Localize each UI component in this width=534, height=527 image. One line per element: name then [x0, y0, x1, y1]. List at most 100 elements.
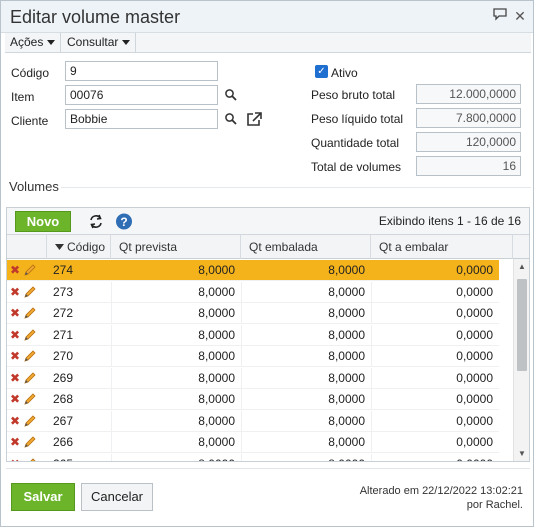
item-input[interactable] [65, 85, 218, 105]
cell-codigo: 266 [53, 435, 74, 449]
search-icon[interactable] [224, 88, 238, 102]
cell-qt-embalada: 8,0000 [241, 324, 371, 346]
cell-qt-prevista: 8,0000 [111, 346, 241, 367]
edit-icon[interactable] [23, 349, 37, 363]
delete-icon[interactable]: ✖ [10, 458, 20, 462]
cell-qt-prevista: 8,0000 [111, 432, 241, 453]
actions-menu-label: Ações [10, 35, 44, 49]
chevron-down-icon [122, 40, 131, 46]
item-label: Item [11, 90, 35, 104]
delete-icon[interactable]: ✖ [10, 350, 20, 362]
menu-bar: Ações Consultar [5, 33, 531, 53]
delete-icon[interactable]: ✖ [10, 329, 20, 341]
actions-menu[interactable]: Ações [5, 33, 62, 52]
column-label: Qt a embalar [379, 240, 449, 254]
delete-icon[interactable]: ✖ [10, 264, 20, 276]
cell-codigo: 268 [53, 392, 74, 406]
total-volumes-field [416, 156, 521, 176]
column-header-qt-a-embalar[interactable]: Qt a embalar [371, 235, 513, 259]
edit-icon[interactable] [23, 435, 37, 449]
cell-qt-prevista: 8,0000 [111, 367, 241, 389]
grid-scrollbar[interactable]: ▲ ▼ [513, 259, 529, 461]
cell-qt-prevista: 8,0000 [111, 281, 241, 303]
cell-qt-a-embalar: 0,0000 [371, 453, 499, 461]
table-row[interactable]: ✖ 273 8,0000 8,0000 0,0000 [7, 281, 499, 303]
last-modified-user: por Rachel. [466, 499, 523, 511]
new-button[interactable]: Novo [15, 211, 71, 232]
table-row[interactable]: ✖ 266 8,0000 8,0000 0,0000 [7, 432, 499, 453]
help-icon[interactable]: ? [113, 211, 135, 232]
column-label: Código [67, 240, 106, 254]
table-row[interactable]: ✖ 268 8,0000 8,0000 0,0000 [7, 389, 499, 410]
title-bar: Editar volume master ✕ [1, 1, 533, 33]
table-row[interactable]: ✖ 269 8,0000 8,0000 0,0000 [7, 367, 499, 389]
delete-icon[interactable]: ✖ [10, 436, 20, 448]
quantidade-label: Quantidade total [311, 136, 400, 150]
edit-icon[interactable] [23, 414, 37, 428]
scroll-down-icon[interactable]: ▼ [517, 449, 527, 459]
refresh-icon[interactable] [85, 211, 107, 232]
cancel-button[interactable]: Cancelar [81, 483, 153, 511]
delete-icon[interactable]: ✖ [10, 393, 20, 405]
cell-qt-a-embalar: 0,0000 [456, 263, 493, 277]
ativo-label: Ativo [331, 66, 358, 80]
cell-qt-embalada: 8,0000 [241, 389, 371, 410]
delete-icon[interactable]: ✖ [10, 415, 20, 427]
total-volumes-label: Total de volumes [311, 160, 402, 174]
codigo-input[interactable] [65, 61, 218, 81]
search-icon[interactable] [224, 112, 238, 126]
column-header-qt-prevista[interactable]: Qt prevista [111, 235, 241, 259]
scroll-up-icon[interactable]: ▲ [517, 262, 527, 272]
consult-menu-label: Consultar [67, 35, 119, 49]
grid-header: Código Qt prevista Qt embalada Qt a emba… [7, 235, 529, 259]
cell-codigo: 274 [53, 263, 74, 277]
cell-codigo: 272 [53, 306, 74, 320]
table-row[interactable]: ✖ 272 8,0000 8,0000 0,0000 [7, 303, 499, 324]
cell-qt-embalada: 8,0000 [328, 263, 365, 277]
edit-icon[interactable] [23, 371, 37, 385]
save-button[interactable]: Salvar [11, 483, 75, 511]
row-actions-header [7, 235, 47, 259]
edit-icon[interactable] [23, 285, 37, 299]
grid-toolbar: Novo ? Exibindo itens 1 - 16 de 16 [7, 208, 529, 235]
footer-divider [6, 468, 530, 469]
last-modified-date: Alterado em 22/12/2022 13:02:21 [359, 485, 523, 497]
table-row[interactable]: ✖ 274 8,0000 8,0000 0,0000 [7, 260, 499, 281]
cell-qt-a-embalar: 0,0000 [371, 410, 499, 432]
table-row[interactable]: ✖ 267 8,0000 8,0000 0,0000 [7, 410, 499, 432]
edit-icon[interactable] [23, 306, 37, 320]
table-row[interactable]: ✖ 271 8,0000 8,0000 0,0000 [7, 324, 499, 346]
column-label: Qt embalada [249, 240, 318, 254]
volumes-grid: Novo ? Exibindo itens 1 - 16 de 16 Códig… [6, 207, 530, 462]
edit-icon[interactable] [23, 392, 37, 406]
column-header-qt-embalada[interactable]: Qt embalada [241, 235, 371, 259]
cliente-input[interactable] [65, 109, 218, 129]
cell-qt-prevista: 8,0000 [111, 389, 241, 410]
cell-qt-prevista: 8,0000 [198, 263, 235, 277]
scrollbar-thumb[interactable] [517, 279, 527, 371]
comment-icon[interactable] [491, 7, 509, 25]
cell-codigo: 270 [53, 349, 74, 363]
cell-qt-embalada: 8,0000 [241, 281, 371, 303]
ativo-checkbox[interactable]: ✓ [315, 65, 328, 78]
volumes-section-title: Volumes [9, 179, 59, 194]
delete-icon[interactable]: ✖ [10, 372, 20, 384]
cell-qt-embalada: 8,0000 [241, 346, 371, 367]
table-row[interactable]: ✖2658,00008,00000,0000 [7, 453, 499, 462]
peso-liquido-label: Peso líquido total [311, 112, 404, 126]
section-divider [61, 187, 531, 188]
edit-icon[interactable] [23, 457, 37, 461]
chevron-down-icon [47, 40, 56, 46]
delete-icon[interactable]: ✖ [10, 286, 20, 298]
consult-menu[interactable]: Consultar [62, 33, 137, 52]
open-external-icon[interactable] [246, 111, 263, 127]
cell-qt-a-embalar: 0,0000 [371, 367, 499, 389]
edit-icon[interactable] [23, 263, 37, 277]
cell-qt-embalada: 8,0000 [241, 410, 371, 432]
edit-icon[interactable] [23, 328, 37, 342]
delete-icon[interactable]: ✖ [10, 307, 20, 319]
table-row[interactable]: ✖ 270 8,0000 8,0000 0,0000 [7, 346, 499, 367]
column-header-codigo[interactable]: Código [47, 235, 111, 259]
cell-codigo: 269 [53, 370, 74, 385]
close-icon[interactable]: ✕ [511, 7, 529, 25]
